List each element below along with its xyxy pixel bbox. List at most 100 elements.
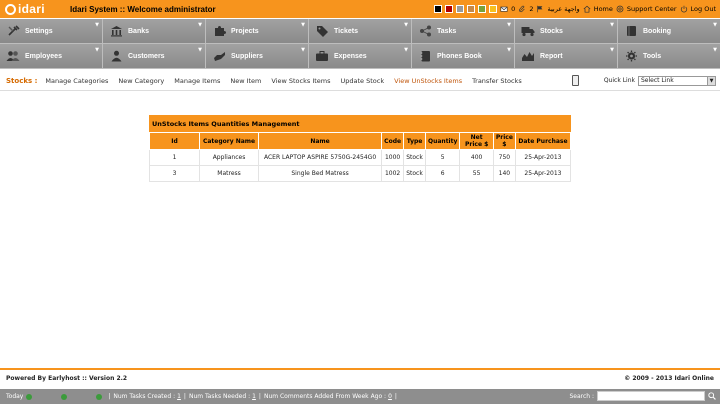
arabic-interface-link[interactable]: واجهة عربية — [547, 5, 579, 13]
cell-category: Matress — [199, 165, 259, 182]
subnav-new-category[interactable]: New Category — [118, 77, 164, 85]
theme-swatch-black[interactable] — [434, 5, 443, 13]
column-header-id[interactable]: Id — [148, 132, 201, 150]
power-icon — [680, 5, 687, 13]
nav-item-projects[interactable]: Projects ▼ — [206, 19, 308, 43]
separator: | — [108, 393, 111, 400]
nav-item-tasks[interactable]: Tasks ▼ — [412, 19, 514, 43]
subnav-manage-categories[interactable]: Manage Categories — [45, 77, 108, 85]
nav-item-suppliers[interactable]: Suppliers ▼ — [206, 44, 308, 68]
home-link[interactable]: Home — [594, 5, 613, 13]
nav-item-phones-book[interactable]: Phones Book ▼ — [412, 44, 514, 68]
dropdown-arrow-icon: ▼ — [404, 22, 408, 28]
column-header-category[interactable]: Category Name — [199, 132, 259, 150]
cell-price: 750 — [492, 149, 516, 166]
dropdown-arrow-icon: ▼ — [713, 22, 717, 28]
cell-code: 1002 — [381, 165, 405, 182]
today-label: Today — [6, 393, 24, 400]
nav-item-expenses[interactable]: Expenses ▼ — [309, 44, 411, 68]
column-header-price[interactable]: Price $ — [492, 132, 516, 150]
nav-item-tickets[interactable]: Tickets ▼ — [309, 19, 411, 43]
cell-id: 1 — [148, 149, 201, 166]
column-header-quantity[interactable]: Quantity — [424, 132, 461, 150]
bank-icon — [109, 25, 123, 37]
nav-item-label: Suppliers — [231, 52, 263, 60]
theme-swatch-red[interactable] — [445, 5, 454, 13]
subnav-view-stocks-items[interactable]: View Stocks Items — [271, 77, 330, 85]
nav-item-tools[interactable]: Tools ▼ — [618, 44, 720, 68]
messages-count[interactable]: 0 — [511, 5, 515, 13]
top-right-toolbar: 0 2 واجهة عربية Home Support Center Log … — [434, 0, 716, 18]
top-bar: idari Idari System :: Welcome administra… — [0, 0, 720, 18]
table-row[interactable]: 1 Appliances ACER LAPTOP ASPIRE 5750G-24… — [148, 149, 572, 166]
nav-item-banks[interactable]: Banks ▼ — [103, 19, 205, 43]
sub-nav: Stocks : Manage Categories New Category … — [0, 72, 720, 91]
support-center-link[interactable]: Support Center — [627, 5, 677, 13]
dropdown-arrow-icon: ▼ — [507, 22, 511, 28]
mobile-phone-icon[interactable] — [571, 75, 579, 86]
search-icon[interactable] — [708, 392, 716, 400]
tools-icon — [6, 25, 20, 37]
num-tasks-needed-label: Num Tasks Needed : — [188, 393, 251, 400]
column-header-net-price[interactable]: Net Price $ — [459, 132, 494, 150]
column-header-name[interactable]: Name — [257, 132, 383, 150]
nav-item-label: Expenses — [334, 52, 367, 60]
dropdown-arrow-icon: ▼ — [301, 22, 305, 28]
num-tasks-created-value[interactable]: 1 — [177, 393, 181, 400]
theme-swatch-green[interactable] — [478, 5, 487, 13]
num-comments-value[interactable]: 0 — [388, 393, 392, 400]
table-row[interactable]: 3 Matress Single Bed Matress 1002 Stock … — [148, 165, 572, 182]
envelope-icon[interactable] — [500, 5, 508, 13]
cell-name: ACER LAPTOP ASPIRE 5750G-2454G0 — [257, 149, 383, 166]
nav-item-settings[interactable]: Settings ▼ — [0, 19, 102, 43]
column-header-date-purchase[interactable]: Date Purchase — [514, 132, 572, 150]
table-header-row: Id Category Name Name Code Type Quantity… — [148, 132, 572, 150]
quick-link-select[interactable]: Select Link ▼ — [638, 75, 716, 86]
theme-swatch-orange[interactable] — [489, 5, 498, 13]
status-bar: Today | Num Tasks Created : 1 | Num Task… — [0, 389, 720, 404]
cell-id: 3 — [148, 165, 201, 182]
unstocks-panel: UnStocks Items Quantities Management Id … — [148, 115, 572, 182]
subnav-view-unstocks-items[interactable]: View UnStocks Items — [394, 77, 462, 85]
cell-category: Appliances — [199, 149, 259, 166]
nav-item-customers[interactable]: Customers ▼ — [103, 44, 205, 68]
home-icon — [583, 5, 591, 13]
nav-item-label: Tools — [643, 52, 662, 60]
logo-mark-icon — [5, 3, 16, 15]
paperclip-icon[interactable] — [518, 5, 526, 13]
powered-by-text: Powered By Earlyhost :: Version 2.2 — [6, 374, 128, 382]
app-logo[interactable]: idari — [0, 0, 64, 18]
subnav-manage-items[interactable]: Manage Items — [174, 77, 220, 85]
subnav-transfer-stocks[interactable]: Transfer Stocks — [472, 77, 522, 85]
subnav-update-stock[interactable]: Update Stock — [341, 77, 385, 85]
nav-item-booking[interactable]: Booking ▼ — [618, 19, 720, 43]
subnav-new-item[interactable]: New Item — [230, 77, 261, 85]
logout-link[interactable]: Log Out — [691, 5, 716, 13]
nav-item-report[interactable]: Report ▼ — [515, 44, 617, 68]
nav-item-stocks[interactable]: Stocks ▼ — [515, 19, 617, 43]
cell-type: Stock — [403, 149, 426, 166]
separator: | — [258, 393, 261, 400]
dropdown-arrow-icon: ▼ — [507, 47, 511, 53]
search-label: Search : — [569, 392, 594, 400]
nav-item-label: Report — [540, 52, 563, 60]
network-icon — [418, 25, 432, 37]
nav-item-label: Projects — [231, 27, 259, 35]
column-header-type[interactable]: Type — [403, 132, 426, 150]
search-input[interactable] — [597, 391, 705, 401]
nav-item-label: Settings — [25, 27, 53, 35]
column-header-code[interactable]: Code — [381, 132, 405, 150]
attachments-count[interactable]: 2 — [529, 5, 533, 13]
num-comments-label: Num Comments Added From Week Ago : — [263, 393, 387, 400]
separator: | — [394, 393, 397, 400]
dropdown-arrow-icon: ▼ — [404, 47, 408, 53]
cell-name: Single Bed Matress — [257, 165, 383, 182]
notebook-icon — [418, 50, 432, 62]
nav-item-employees[interactable]: Employees ▼ — [0, 44, 102, 68]
status-dot-icon — [96, 393, 103, 400]
num-tasks-needed-value[interactable]: 1 — [252, 393, 256, 400]
quick-link-label: Quick Link — [603, 77, 635, 84]
dropdown-arrow-icon: ▼ — [301, 47, 305, 53]
theme-swatch-brown[interactable] — [467, 5, 476, 13]
theme-swatch-gray[interactable] — [456, 5, 465, 13]
